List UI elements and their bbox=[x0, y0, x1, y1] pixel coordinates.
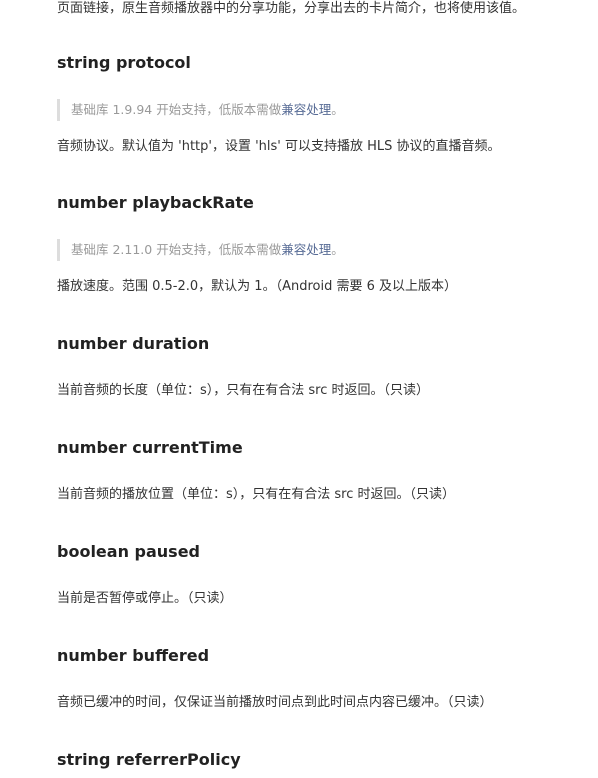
heading-protocol: string protocol bbox=[57, 53, 191, 72]
description-buffered: 音频已缓冲的时间，仅保证当前播放时间点到此时间点内容已缓冲。（只读） bbox=[57, 695, 493, 710]
description-current-time: 当前音频的播放位置（单位：s），只有在有合法 src 时返回。（只读） bbox=[57, 487, 456, 502]
version-note-suffix: 。 bbox=[331, 242, 344, 257]
heading-duration: number duration bbox=[57, 334, 210, 353]
compat-link[interactable]: 兼容处理 bbox=[281, 242, 331, 257]
doc-page: 页面链接，原生音频播放器中的分享功能，分享出去的卡片简介，也将使用该值。 str… bbox=[0, 0, 598, 778]
heading-buffered: number buffered bbox=[57, 646, 210, 665]
description-playback-rate: 播放速度。范围 0.5-2.0，默认为 1。（Android 需要 6 及以上版… bbox=[57, 279, 458, 294]
heading-current-time: number currentTime bbox=[57, 438, 243, 457]
description-protocol: 音频协议。默认值为 'http'，设置 'hls' 可以支持播放 HLS 协议的… bbox=[57, 139, 501, 154]
version-note-text: 基础库 2.11.0 开始支持，低版本需做 bbox=[71, 242, 282, 257]
compat-link[interactable]: 兼容处理 bbox=[281, 102, 331, 117]
heading-referrer-policy: string referrerPolicy bbox=[57, 750, 241, 769]
intro-tail-text: 页面链接，原生音频播放器中的分享功能，分享出去的卡片简介，也将使用该值。 bbox=[57, 1, 526, 16]
version-note-protocol: 基础库 1.9.94 开始支持，低版本需做兼容处理。 bbox=[57, 99, 557, 121]
heading-paused: boolean paused bbox=[57, 542, 200, 561]
description-paused: 当前是否暂停或停止。（只读） bbox=[57, 591, 233, 606]
version-note-playback-rate: 基础库 2.11.0 开始支持，低版本需做兼容处理。 bbox=[57, 239, 557, 261]
description-duration: 当前音频的长度（单位：s），只有在有合法 src 时返回。（只读） bbox=[57, 383, 430, 398]
version-note-suffix: 。 bbox=[331, 102, 344, 117]
heading-playback-rate: number playbackRate bbox=[57, 193, 254, 212]
version-note-text: 基础库 1.9.94 开始支持，低版本需做 bbox=[71, 102, 282, 117]
